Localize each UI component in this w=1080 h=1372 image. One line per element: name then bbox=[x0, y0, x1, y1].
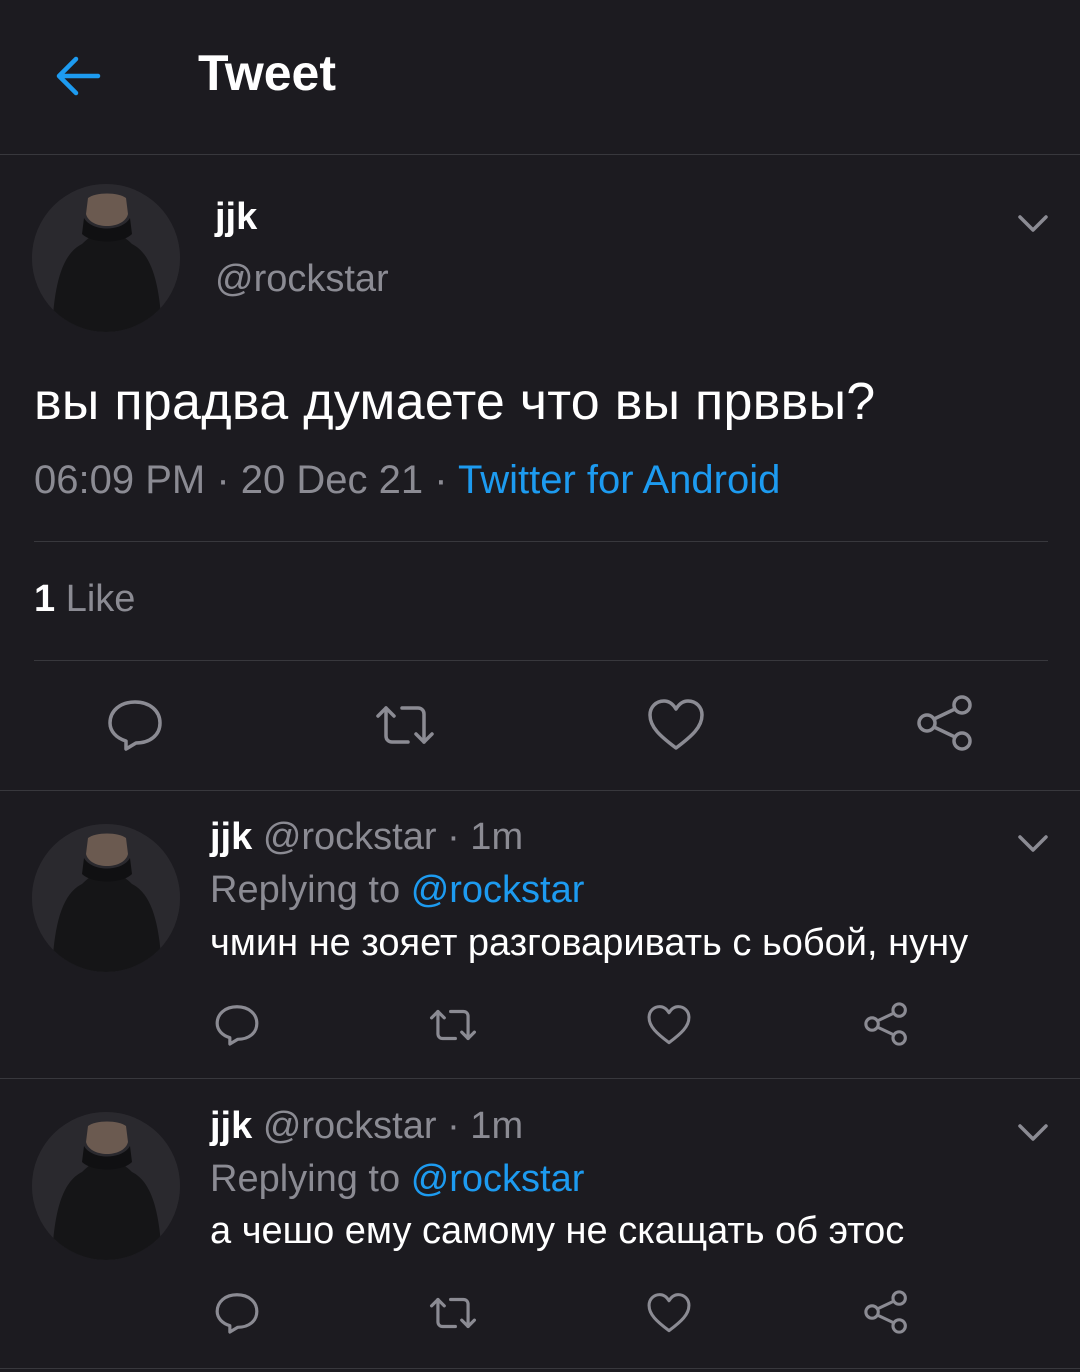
like-icon bbox=[648, 699, 704, 750]
avatar[interactable] bbox=[32, 824, 180, 972]
divider bbox=[0, 790, 1080, 791]
reply-time: · 1m bbox=[447, 1105, 524, 1147]
reply-author-name[interactable]: jjk bbox=[210, 1105, 252, 1147]
divider bbox=[0, 1078, 1080, 1079]
likes-count[interactable]: 1 Like bbox=[34, 578, 135, 621]
more-options-button[interactable] bbox=[1016, 1115, 1050, 1149]
more-options-button[interactable] bbox=[1016, 206, 1050, 240]
divider bbox=[0, 1368, 1080, 1369]
meta-separator: · bbox=[434, 458, 448, 502]
divider bbox=[34, 660, 1048, 661]
retweet-icon bbox=[430, 1297, 477, 1329]
mention-link[interactable]: @rockstar bbox=[411, 869, 585, 911]
reply-text: а чешо ему самому не скащать об этос bbox=[210, 1210, 905, 1252]
meta-separator: · bbox=[216, 458, 230, 502]
retweet-button[interactable] bbox=[372, 696, 438, 759]
share-button[interactable] bbox=[914, 692, 976, 759]
author-name[interactable]: jjk bbox=[215, 196, 257, 239]
tweet-text: вы прадва думаете что вы прввы? bbox=[34, 373, 876, 431]
tweet-meta: 06:09 PM · 20 Dec 21 · Twitter for Andro… bbox=[34, 458, 780, 503]
chevron-down-icon bbox=[1018, 835, 1048, 852]
tweet-time: 06:09 PM bbox=[34, 458, 206, 502]
share-icon bbox=[864, 1290, 907, 1334]
like-icon bbox=[647, 1005, 691, 1045]
like-button[interactable] bbox=[646, 1002, 692, 1053]
replying-label: Replying to bbox=[210, 1158, 401, 1200]
share-button[interactable] bbox=[862, 1288, 910, 1341]
retweet-icon bbox=[430, 1009, 477, 1041]
more-options-button[interactable] bbox=[1016, 826, 1050, 860]
reply-author-handle[interactable]: @rockstar bbox=[263, 816, 437, 858]
reply-icon bbox=[215, 1293, 259, 1334]
avatar[interactable] bbox=[32, 1112, 180, 1260]
reply-button[interactable] bbox=[106, 696, 164, 759]
arrow-left-icon bbox=[56, 56, 101, 96]
divider bbox=[34, 541, 1048, 542]
reply-icon bbox=[215, 1005, 259, 1046]
like-icon bbox=[647, 1293, 691, 1333]
avatar[interactable] bbox=[32, 184, 180, 332]
mention-link[interactable]: @rockstar bbox=[411, 1158, 585, 1200]
like-button[interactable] bbox=[646, 696, 706, 759]
retweet-icon bbox=[376, 706, 434, 744]
reply-header: jjk @rockstar · 1m bbox=[210, 1105, 523, 1148]
replying-to: Replying to @rockstar bbox=[210, 869, 584, 912]
share-button[interactable] bbox=[862, 1000, 910, 1053]
like-button[interactable] bbox=[646, 1290, 692, 1341]
reply-text: чмин не зояет разговаривать с ьобой, нун… bbox=[210, 922, 969, 964]
reply-time: · 1m bbox=[447, 816, 524, 858]
replying-to: Replying to @rockstar bbox=[210, 1158, 584, 1201]
reply-author-handle[interactable]: @rockstar bbox=[263, 1105, 437, 1147]
likes-number: 1 bbox=[34, 578, 56, 620]
chevron-down-icon bbox=[1018, 215, 1048, 232]
tweet-source-link[interactable]: Twitter for Android bbox=[458, 458, 780, 502]
reply-button[interactable] bbox=[214, 1002, 260, 1053]
likes-label: Like bbox=[65, 578, 136, 620]
share-icon bbox=[917, 695, 972, 751]
reply-icon bbox=[108, 700, 162, 751]
page-title: Tweet bbox=[198, 45, 336, 101]
share-icon bbox=[864, 1002, 907, 1046]
replying-label: Replying to bbox=[210, 869, 401, 911]
author-handle[interactable]: @rockstar bbox=[215, 258, 389, 301]
reply-button[interactable] bbox=[214, 1290, 260, 1341]
reply-author-name[interactable]: jjk bbox=[210, 816, 252, 858]
retweet-button[interactable] bbox=[426, 1002, 480, 1053]
back-button[interactable] bbox=[52, 50, 104, 102]
retweet-button[interactable] bbox=[426, 1290, 480, 1341]
tweet-date: 20 Dec 21 bbox=[240, 458, 424, 502]
reply-header: jjk @rockstar · 1m bbox=[210, 816, 523, 859]
chevron-down-icon bbox=[1018, 1124, 1048, 1141]
top-bar: Tweet bbox=[0, 0, 1080, 155]
